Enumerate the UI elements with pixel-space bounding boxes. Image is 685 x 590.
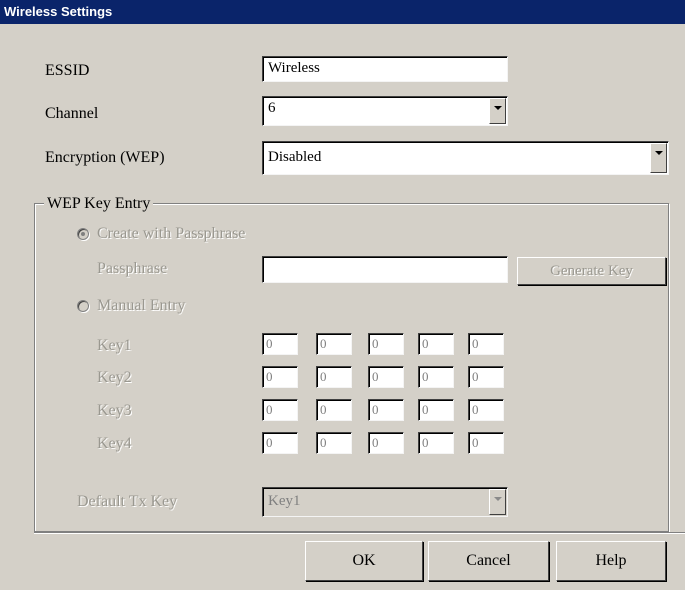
encryption-select[interactable]: Disabled <box>262 141 669 175</box>
window-title: Wireless Settings <box>0 0 685 24</box>
encryption-dropdown-arrow-icon[interactable] <box>650 143 667 173</box>
channel-dropdown-arrow-icon[interactable] <box>489 98 506 124</box>
create-with-passphrase-label: Create with Passphrase <box>97 225 246 242</box>
default-tx-key-dropdown-arrow-icon[interactable] <box>489 489 506 515</box>
passphrase-input[interactable] <box>262 256 508 283</box>
manual-entry-label: Manual Entry <box>97 297 186 314</box>
key1-field-1[interactable]: 0 <box>262 333 298 355</box>
key2-field-4[interactable]: 0 <box>418 366 454 388</box>
separator <box>34 532 685 534</box>
key3-label: Key3 <box>97 402 132 419</box>
key4-field-1[interactable]: 0 <box>262 432 298 454</box>
key3-field-1[interactable]: 0 <box>262 399 298 421</box>
passphrase-label: Passphrase <box>97 260 168 277</box>
channel-label: Channel <box>45 105 99 122</box>
key1-field-4[interactable]: 0 <box>418 333 454 355</box>
ok-button[interactable]: OK <box>305 541 423 581</box>
encryption-label: Encryption (WEP) <box>45 149 165 166</box>
encryption-value: Disabled <box>268 149 322 165</box>
key3-field-5[interactable]: 0 <box>468 399 504 421</box>
key1-field-5[interactable]: 0 <box>468 333 504 355</box>
key4-label: Key4 <box>97 435 132 452</box>
help-button[interactable]: Help <box>556 541 666 581</box>
essid-input[interactable]: Wireless <box>262 56 508 82</box>
key1-field-2[interactable]: 0 <box>316 333 352 355</box>
key4-field-5[interactable]: 0 <box>468 432 504 454</box>
essid-label: ESSID <box>45 62 90 79</box>
generate-key-button[interactable]: Generate Key <box>517 257 666 285</box>
wep-key-entry-legend: WEP Key Entry <box>44 194 154 214</box>
key4-field-4[interactable]: 0 <box>418 432 454 454</box>
manual-entry-radio-icon[interactable] <box>77 300 89 312</box>
key4-field-2[interactable]: 0 <box>316 432 352 454</box>
key1-field-3[interactable]: 0 <box>368 333 404 355</box>
default-tx-key-select[interactable]: Key1 <box>262 487 508 517</box>
default-tx-key-value: Key1 <box>268 493 301 509</box>
key3-field-2[interactable]: 0 <box>316 399 352 421</box>
channel-value: 6 <box>268 100 276 116</box>
key2-field-2[interactable]: 0 <box>316 366 352 388</box>
default-tx-key-label: Default Tx Key <box>77 493 178 510</box>
key2-field-5[interactable]: 0 <box>468 366 504 388</box>
key4-field-3[interactable]: 0 <box>368 432 404 454</box>
cancel-button[interactable]: Cancel <box>428 541 549 581</box>
key2-field-1[interactable]: 0 <box>262 366 298 388</box>
key2-label: Key2 <box>97 369 132 386</box>
key3-field-3[interactable]: 0 <box>368 399 404 421</box>
key2-field-3[interactable]: 0 <box>368 366 404 388</box>
create-with-passphrase-radio-icon[interactable] <box>77 228 89 240</box>
key3-field-4[interactable]: 0 <box>418 399 454 421</box>
channel-select[interactable]: 6 <box>262 96 508 126</box>
key1-label: Key1 <box>97 337 132 354</box>
